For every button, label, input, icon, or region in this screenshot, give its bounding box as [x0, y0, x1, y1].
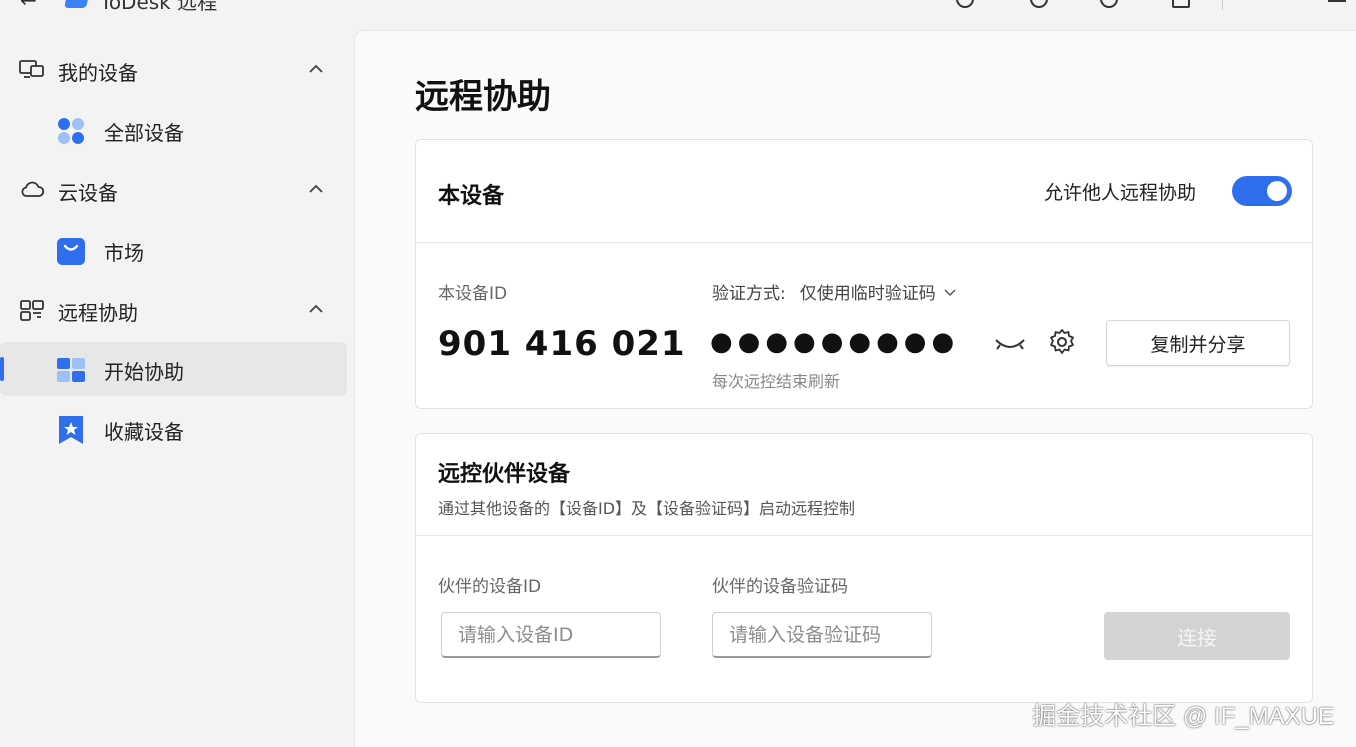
refresh-note: 每次远控结束刷新: [712, 372, 841, 391]
clock-icon[interactable]: [956, 0, 974, 8]
start-assist-icon: [57, 358, 85, 382]
verify-method-dropdown[interactable]: 仅使用临时验证码: [800, 279, 956, 304]
chevron-up-icon[interactable]: [308, 181, 324, 197]
sidebar-item-label: 收藏设备: [104, 420, 184, 444]
sidebar-group-label: 远程协助: [58, 301, 138, 325]
sidebar: 我的设备 全部设备 云设备 市场 远程协助 开始协助 收藏设备: [0, 30, 352, 747]
menu-icon[interactable]: [1172, 0, 1190, 8]
allow-remote-toggle[interactable]: [1232, 176, 1292, 206]
sidebar-group-label: 我的设备: [58, 61, 138, 85]
sidebar-item-market[interactable]: 市场: [0, 223, 347, 277]
toggle-knob: [1267, 181, 1287, 201]
card-title: 本设备: [438, 184, 505, 209]
app-logo-icon: [64, 0, 90, 8]
help-icon[interactable]: [1100, 0, 1118, 8]
connect-button[interactable]: 连接: [1104, 612, 1290, 660]
this-device-card: 本设备 允许他人远程协助 本设备ID 901 416 021 验证方式: 仅使用…: [415, 139, 1313, 409]
eye-closed-icon[interactable]: [994, 332, 1026, 356]
sidebar-group-remote-assist[interactable]: 远程协助: [0, 285, 352, 335]
sidebar-item-label: 市场: [104, 241, 144, 265]
device-id-value: 901 416 021: [438, 324, 686, 364]
device-id-label: 本设备ID: [438, 284, 508, 304]
sidebar-item-label: 开始协助: [104, 360, 184, 384]
sidebar-item-label: 全部设备: [104, 121, 184, 145]
grid-dots-icon: [58, 118, 84, 144]
chevron-down-icon: [944, 288, 956, 296]
divider: [416, 535, 1312, 536]
temp-password-masked: ●●●●●●●●●: [710, 327, 960, 357]
app-title: ToDesk 远程: [100, 0, 218, 12]
watermark: 掘金技术社区 @ IF_MAXUE: [1032, 703, 1334, 730]
allow-remote-label: 允许他人远程协助: [1044, 182, 1197, 204]
gear-icon[interactable]: [1048, 328, 1076, 356]
partner-code-input[interactable]: [712, 612, 932, 658]
cloud-icon: [21, 181, 45, 197]
partner-id-input[interactable]: [441, 612, 661, 658]
chevron-up-icon[interactable]: [308, 301, 324, 317]
partner-device-card: 远控伙伴设备 通过其他设备的【设备ID】及【设备验证码】启动远程控制 伙伴的设备…: [415, 433, 1313, 703]
active-indicator: [0, 357, 4, 381]
shopping-bag-icon: [57, 238, 85, 265]
main-panel: 远程协助 本设备 允许他人远程协助 本设备ID 901 416 021 验证方式…: [354, 30, 1356, 747]
card-title: 远控伙伴设备: [438, 462, 571, 487]
chevron-up-icon[interactable]: [308, 61, 324, 77]
sidebar-item-favorite-devices[interactable]: 收藏设备: [0, 402, 347, 456]
verify-method-value: 仅使用临时验证码: [799, 284, 936, 304]
partner-id-label: 伙伴的设备ID: [438, 577, 542, 597]
title-bar-divider: [1222, 0, 1223, 10]
sidebar-group-label: 云设备: [58, 181, 118, 205]
sidebar-group-cloud-devices[interactable]: 云设备: [0, 165, 352, 215]
sidebar-group-my-devices[interactable]: 我的设备: [0, 45, 352, 95]
card-subtitle: 通过其他设备的【设备ID】及【设备验证码】启动远程控制: [438, 499, 856, 518]
bookmark-star-icon: [59, 416, 83, 444]
minimize-icon[interactable]: [1328, 0, 1346, 2]
title-bar: ← ToDesk 远程: [0, 0, 1356, 12]
divider: [416, 242, 1312, 243]
devices-icon: [19, 60, 44, 78]
sidebar-item-start-assist[interactable]: 开始协助: [0, 342, 347, 396]
bell-icon[interactable]: [1030, 0, 1048, 8]
verify-method-label: 验证方式:: [712, 284, 786, 304]
remote-assist-icon: [20, 300, 44, 321]
copy-share-button[interactable]: 复制并分享: [1106, 320, 1290, 366]
back-icon[interactable]: ←: [20, 0, 37, 12]
sidebar-item-all-devices[interactable]: 全部设备: [0, 103, 347, 157]
page-title: 远程协助: [415, 77, 551, 117]
partner-code-label: 伙伴的设备验证码: [712, 577, 848, 597]
verify-method-row: 验证方式: 仅使用临时验证码: [712, 279, 956, 304]
